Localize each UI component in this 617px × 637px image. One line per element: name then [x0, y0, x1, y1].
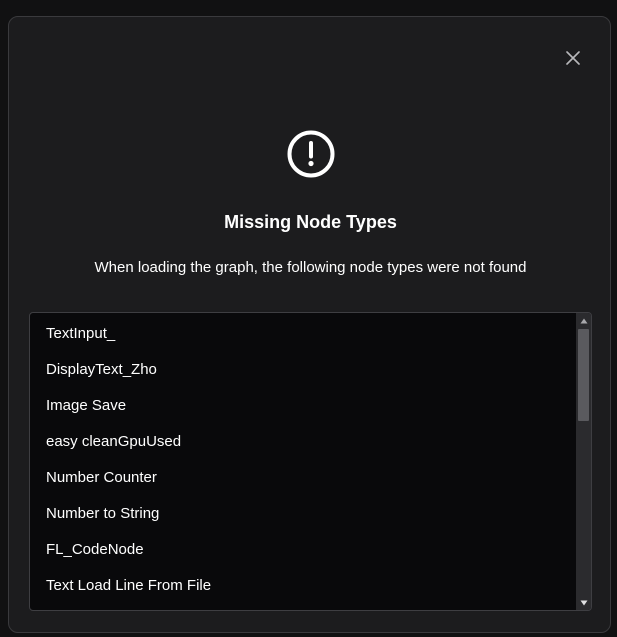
missing-nodes-list[interactable]: TextInput_ DisplayText_Zho Image Save ea…: [29, 312, 592, 611]
list-item: Number Counter: [46, 469, 157, 486]
dialog-message: When loading the graph, the following no…: [94, 259, 527, 276]
missing-nodes-dialog: Missing Node Types When loading the grap…: [8, 16, 611, 633]
list-item: FL_CodeNode: [46, 541, 144, 558]
vertical-scrollbar[interactable]: [576, 313, 591, 610]
dialog-title: Missing Node Types: [224, 212, 397, 232]
scroll-down-button[interactable]: [576, 595, 591, 610]
scroll-up-button[interactable]: [576, 313, 591, 328]
list-item: Number to String: [46, 505, 160, 522]
close-icon: [566, 51, 580, 65]
close-button[interactable]: [562, 47, 584, 69]
exclamation-circle-icon: [287, 130, 335, 178]
list-item: Image Save: [46, 397, 127, 414]
list-item: easy cleanGpuUsed: [46, 433, 182, 450]
list-item: Text Load Line From File: [46, 577, 212, 594]
list-item: DisplayText_Zho: [46, 361, 157, 378]
missing-nodes-items: TextInput_ DisplayText_Zho Image Save ea…: [30, 313, 576, 604]
scroll-thumb[interactable]: [578, 329, 589, 421]
triangle-down-icon: [580, 600, 587, 605]
list-item: TextInput_: [46, 325, 116, 342]
triangle-up-icon: [580, 318, 587, 323]
